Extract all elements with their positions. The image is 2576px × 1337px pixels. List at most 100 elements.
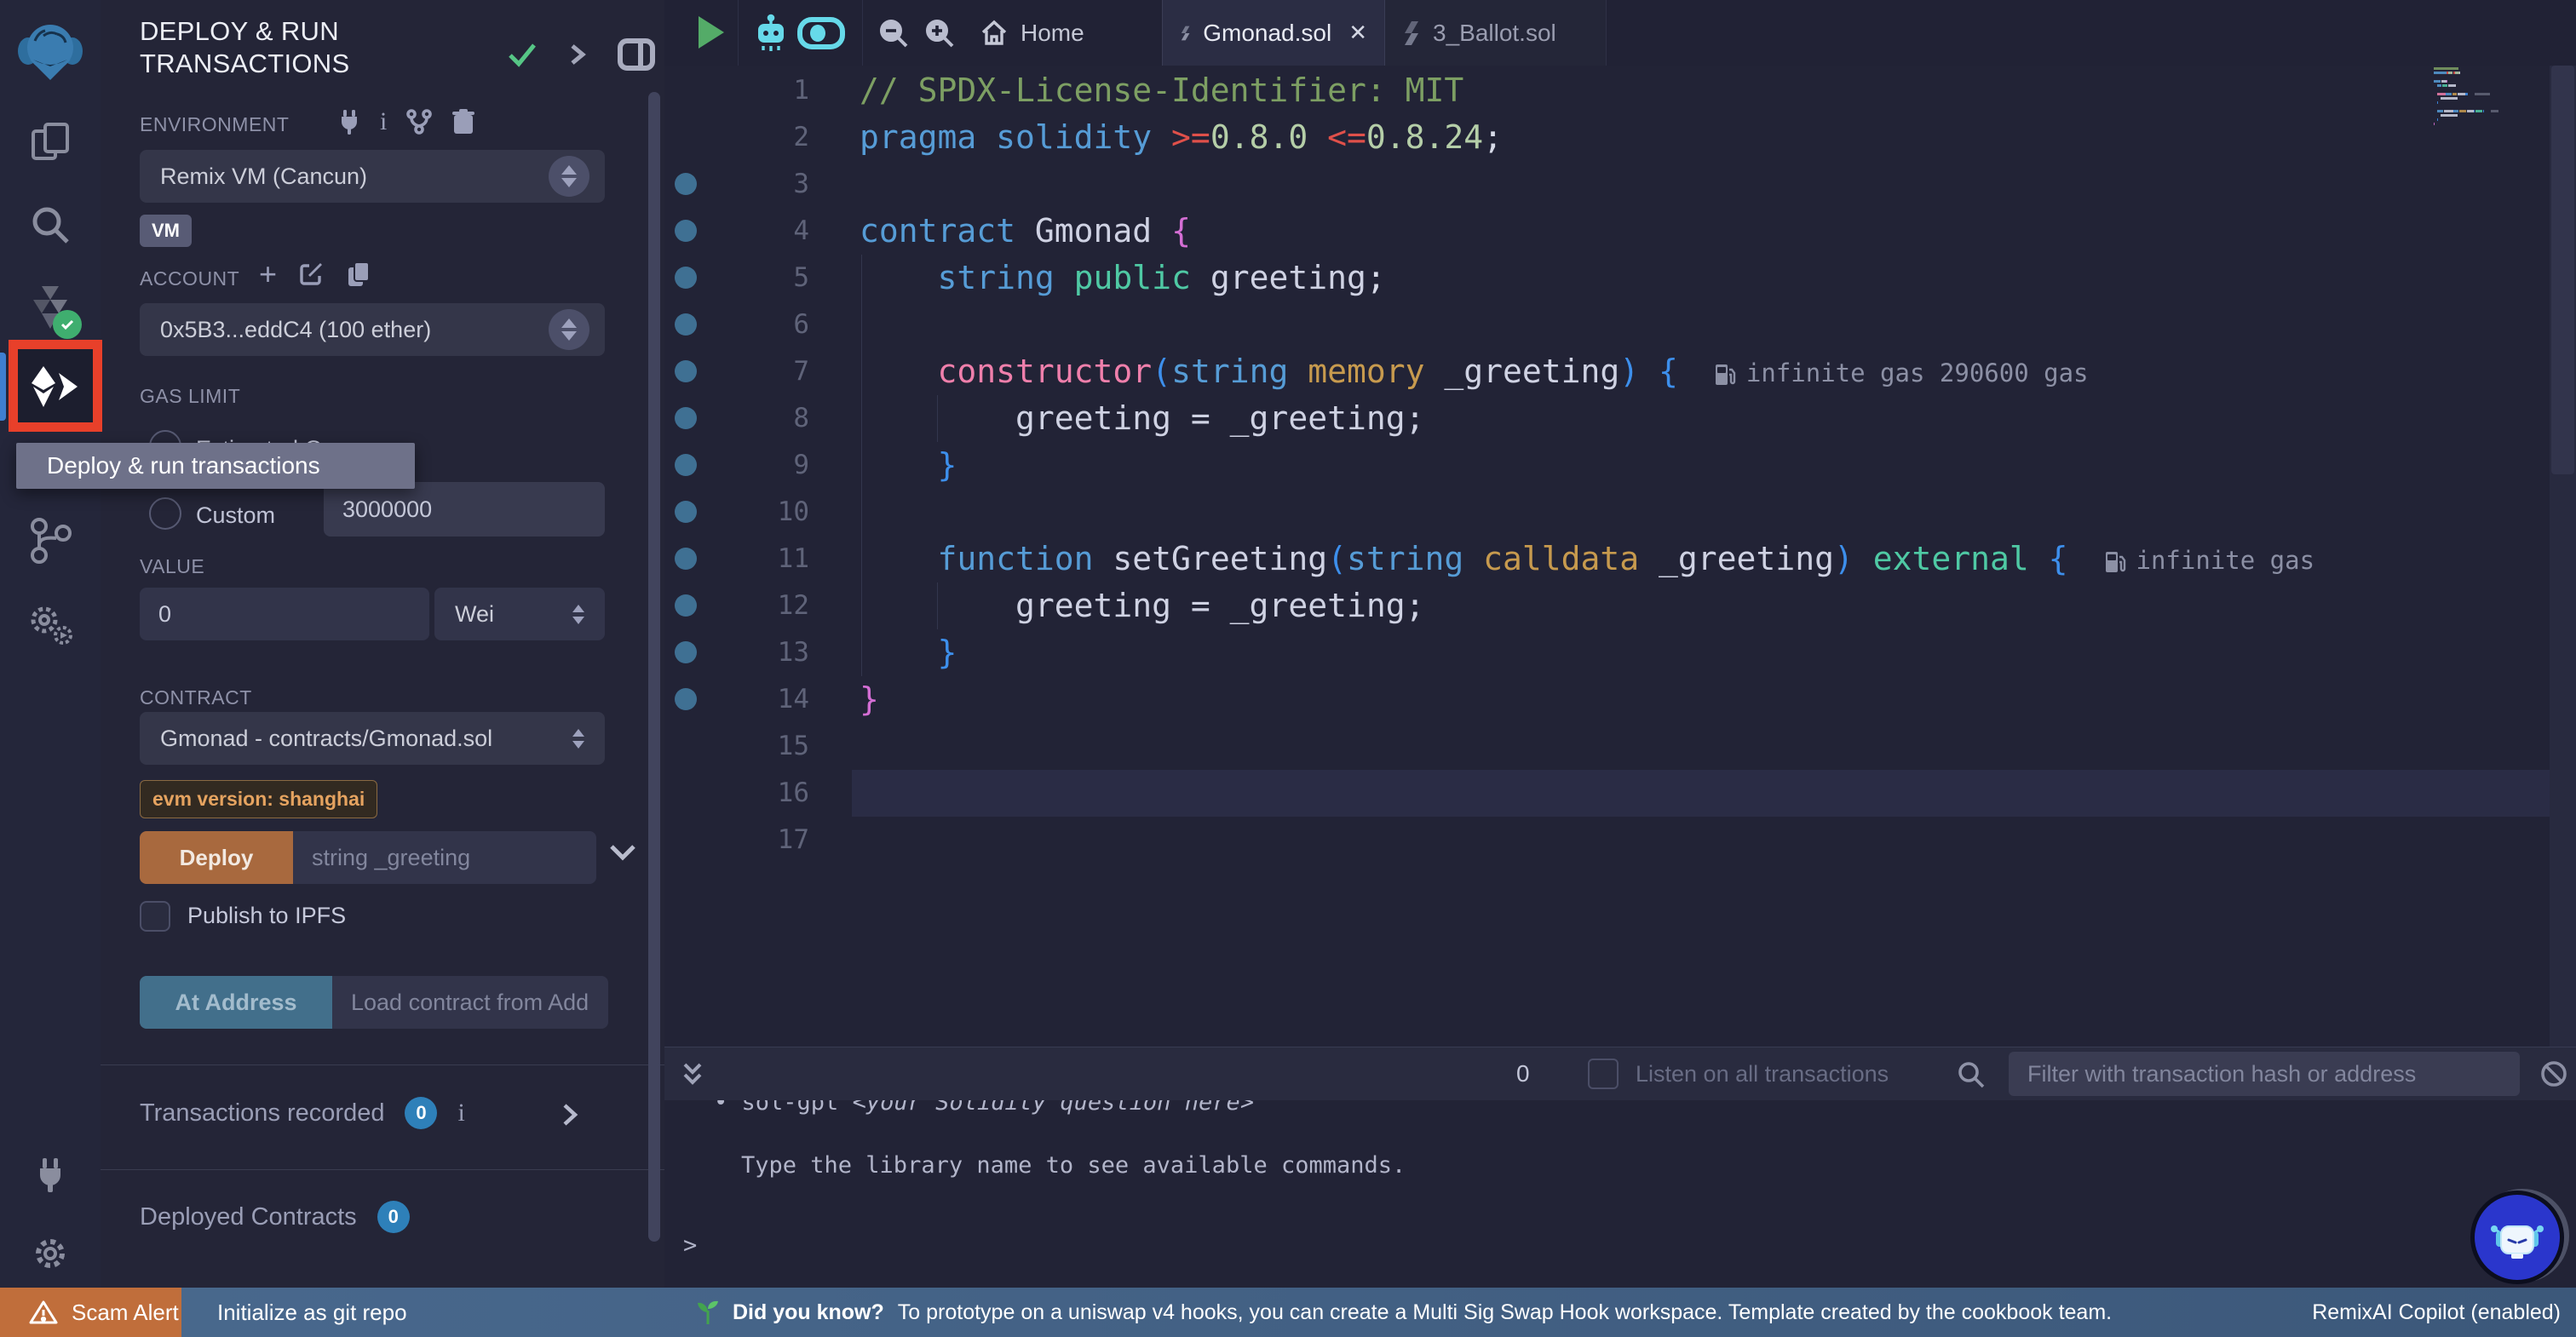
value-label: VALUE xyxy=(140,555,204,578)
code-line[interactable]: 6 xyxy=(664,301,2576,348)
terminal-line: Type the library name to see available c… xyxy=(741,1152,1406,1179)
compiler-tools-icon[interactable] xyxy=(0,601,101,647)
gas-estimate-annotation: infinite gas xyxy=(2104,537,2315,584)
code-line[interactable]: 5 string public greeting; xyxy=(664,255,2576,301)
terminal: • sol-gpt <your Solidity question here> … xyxy=(664,1047,2576,1288)
settings-icon[interactable] xyxy=(0,1231,101,1276)
code-line[interactable]: 10 xyxy=(664,489,2576,536)
copilot-status[interactable]: RemixAI Copilot (enabled) xyxy=(2312,1288,2561,1337)
terminal-filter-input[interactable] xyxy=(2009,1052,2520,1096)
code-line[interactable]: 3 xyxy=(664,161,2576,208)
tip-text: To prototype on a uniswap v4 hooks, you … xyxy=(898,1300,2112,1325)
panel-scrollbar[interactable] xyxy=(648,92,660,1242)
deployed-contracts-label: Deployed Contracts xyxy=(140,1203,357,1231)
transactions-recorded-row[interactable]: Transactions recorded 0 i xyxy=(140,1097,465,1129)
activity-bar xyxy=(0,0,101,1288)
at-address-input[interactable] xyxy=(332,976,608,1029)
remixai-copilot-button[interactable] xyxy=(2470,1191,2564,1284)
annotation-highlight-box xyxy=(9,340,102,432)
code-line[interactable]: 17 xyxy=(664,817,2576,864)
code-line[interactable]: 2pragma solidity >=0.8.0 <=0.8.24; xyxy=(664,114,2576,161)
editor-toolbar: Home Gmonad.sol ✕ 3_Ballot.sol xyxy=(664,0,2576,66)
select-stepper-icon xyxy=(549,156,589,197)
file-explorer-icon[interactable] xyxy=(0,119,101,164)
fork-environment-icon[interactable] xyxy=(405,108,433,135)
divider xyxy=(101,1064,664,1065)
solidity-file-icon xyxy=(1180,20,1191,46)
code-line[interactable]: 11 function setGreeting(string calldata … xyxy=(664,536,2576,582)
tab-label: 3_Ballot.sol xyxy=(1433,20,1556,47)
clear-filter-icon[interactable] xyxy=(2539,1059,2569,1089)
tab-home[interactable]: Home xyxy=(980,0,1084,66)
did-you-know-tip: Did you know? To prototype on a uniswap … xyxy=(697,1288,2112,1337)
collapse-panel-icon[interactable] xyxy=(567,39,588,70)
ai-assistant-icon[interactable] xyxy=(753,14,789,53)
copy-account-icon[interactable] xyxy=(347,261,371,288)
code-line[interactable]: 16 xyxy=(664,770,2576,817)
transactions-info-icon[interactable]: i xyxy=(457,1099,464,1128)
code-line[interactable]: 8 greeting = _greeting; xyxy=(664,395,2576,442)
add-account-icon[interactable]: + xyxy=(259,261,277,287)
pin-panel-icon[interactable] xyxy=(617,37,656,72)
expand-constructor-args-icon[interactable] xyxy=(608,843,637,862)
code-line[interactable]: 14} xyxy=(664,676,2576,723)
editor-scrollbar-thumb[interactable] xyxy=(2551,66,2574,474)
select-stepper-icon xyxy=(572,729,584,749)
copilot-toggle-icon[interactable] xyxy=(797,17,845,49)
plug-icon[interactable] xyxy=(337,108,361,135)
deploy-run-tooltip: Deploy & run transactions xyxy=(16,443,415,489)
run-script-icon[interactable] xyxy=(699,16,724,49)
tab-ballot-sol[interactable]: 3_Ballot.sol xyxy=(1385,0,1607,66)
scam-alert-button[interactable]: Scam Alert xyxy=(0,1288,181,1337)
constructor-args-input[interactable] xyxy=(293,831,596,884)
transactions-expand-icon[interactable] xyxy=(561,1100,579,1129)
deployed-count-badge: 0 xyxy=(377,1201,410,1233)
tab-gmonad-sol[interactable]: Gmonad.sol ✕ xyxy=(1162,0,1385,66)
value-unit-select[interactable]: Wei xyxy=(434,588,605,640)
account-select[interactable]: 0x5B3...eddC4 (100 ether) xyxy=(140,303,605,356)
code-editor[interactable]: 1// SPDX-License-Identifier: MIT2pragma … xyxy=(664,66,2576,1047)
panel-title: DEPLOY & RUN TRANSACTIONS xyxy=(140,15,506,80)
terminal-search-icon[interactable] xyxy=(1956,1059,1987,1090)
value-input[interactable] xyxy=(140,588,429,640)
code-line[interactable]: 7 constructor(string memory _greeting) {… xyxy=(664,348,2576,395)
select-stepper-icon xyxy=(549,309,589,350)
transactions-count-badge: 0 xyxy=(405,1097,437,1129)
select-stepper-icon xyxy=(572,605,584,624)
collapse-terminal-icon[interactable] xyxy=(680,1061,705,1088)
plugin-manager-icon[interactable] xyxy=(0,1151,101,1196)
code-line[interactable]: 4contract Gmonad { xyxy=(664,208,2576,255)
delete-environment-icon[interactable] xyxy=(451,108,475,135)
status-bar: Scam Alert Initialize as git repo Did yo… xyxy=(0,1288,2576,1337)
code-line[interactable]: 15 xyxy=(664,723,2576,770)
code-line[interactable]: 12 greeting = _greeting; xyxy=(664,582,2576,629)
edit-account-icon[interactable] xyxy=(299,261,325,287)
deploy-run-panel: DEPLOY & RUN TRANSACTIONS ENVIRONMENT i xyxy=(101,0,666,1288)
zoom-out-icon[interactable] xyxy=(877,17,910,49)
zoom-in-icon[interactable] xyxy=(923,17,956,49)
code-line[interactable]: 13 } xyxy=(664,629,2576,676)
code-line[interactable]: 9 } xyxy=(664,442,2576,489)
publish-ipfs-label: Publish to IPFS xyxy=(187,903,346,929)
close-tab-icon[interactable]: ✕ xyxy=(1348,20,1367,46)
deploy-button[interactable]: Deploy xyxy=(140,831,293,884)
remix-logo[interactable] xyxy=(0,15,101,87)
git-icon[interactable] xyxy=(0,516,101,565)
solidity-compiler-icon[interactable] xyxy=(0,283,101,334)
custom-gas-radio[interactable] xyxy=(149,497,181,530)
environment-info-icon[interactable]: i xyxy=(380,107,387,136)
vm-badge: VM xyxy=(140,215,192,247)
contract-select[interactable]: Gmonad - contracts/Gmonad.sol xyxy=(140,712,605,765)
custom-gas-input[interactable] xyxy=(324,482,605,537)
code-line[interactable]: 1// SPDX-License-Identifier: MIT xyxy=(664,67,2576,114)
listen-transactions-checkbox[interactable] xyxy=(1588,1059,1619,1089)
publish-ipfs-checkbox[interactable] xyxy=(140,901,170,932)
terminal-prompt[interactable]: > xyxy=(683,1232,697,1259)
seedling-icon xyxy=(697,1299,719,1326)
minimap[interactable] xyxy=(2434,67,2550,178)
contract-label: CONTRACT xyxy=(140,686,252,709)
search-icon[interactable] xyxy=(0,203,101,247)
at-address-button[interactable]: At Address xyxy=(140,976,332,1029)
environment-select[interactable]: Remix VM (Cancun) xyxy=(140,150,605,203)
git-init-button[interactable]: Initialize as git repo xyxy=(217,1288,407,1337)
